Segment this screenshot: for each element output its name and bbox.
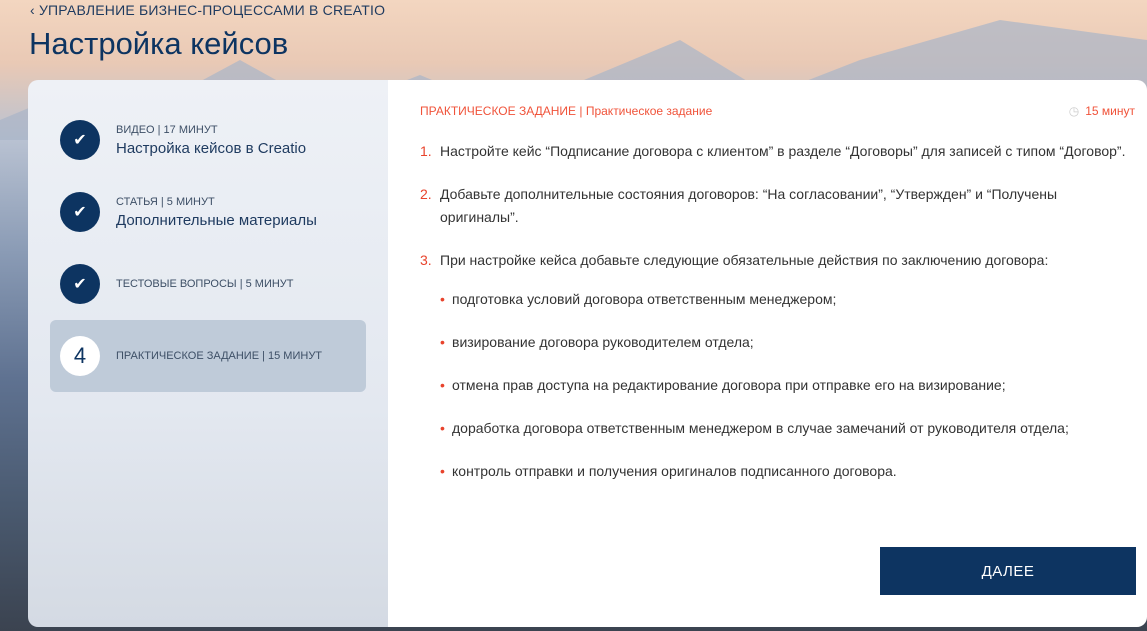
step-meta: ВИДЕО | 17 МИНУТ xyxy=(116,123,218,136)
item-number: 2. xyxy=(420,186,432,202)
bullet-item: • визирование договора руководителем отде… xyxy=(440,331,1135,354)
back-link[interactable]: ‹ УПРАВЛЕНИЕ БИЗНЕС-ПРОЦЕССАМИ В CREATIO xyxy=(30,2,385,18)
item-text: При настройке кейса добавьте следующие о… xyxy=(440,252,1049,268)
bullet-text: подготовка условий договора ответственны… xyxy=(452,291,837,307)
list-item: 1. Настройте кейс “Подписание договора с … xyxy=(420,140,1135,163)
steps-sidebar: ✔ ВИДЕО | 17 МИНУТ Настройка кейсов в Cre… xyxy=(28,80,388,627)
back-link-label: УПРАВЛЕНИЕ БИЗНЕС-ПРОЦЕССАМИ В CREATIO xyxy=(38,2,386,18)
next-button[interactable]: ДАЛЕЕ xyxy=(880,547,1136,595)
lesson-panel: ✔ ВИДЕО | 17 МИНУТ Настройка кейсов в Cre… xyxy=(28,80,1147,627)
step-practice[interactable]: 4 ПРАКТИЧЕСКОЕ ЗАДАНИЕ | 15 МИНУТ xyxy=(50,320,366,392)
bullet-text: отмена прав доступа на редактирование до… xyxy=(452,377,1006,393)
task-duration: 15 минут xyxy=(1085,104,1135,118)
bullet-text: визирование договора руководителем отдел… xyxy=(452,334,754,350)
bullet-text: доработка договора ответственным менедже… xyxy=(452,420,1069,436)
bullet-item: • отмена прав доступа на редактирование д… xyxy=(440,374,1135,397)
check-icon: ✔ xyxy=(60,192,100,232)
item-number: 1. xyxy=(420,143,432,159)
list-item: 2. Добавьте дополнительные состояния дого… xyxy=(420,183,1135,229)
bullet-item: • доработка договора ответственным менедж… xyxy=(440,417,1135,440)
step-name: Дополнительные материалы xyxy=(116,211,317,229)
bullet-item: • подготовка условий договора ответственн… xyxy=(440,288,1135,311)
step-meta: ПРАКТИЧЕСКОЕ ЗАДАНИЕ | 15 МИНУТ xyxy=(116,350,323,362)
page-title: Настройка кейсов xyxy=(29,26,289,61)
check-icon: ✔ xyxy=(60,120,100,160)
clock-icon: ◷ xyxy=(1068,104,1080,118)
action-list: • подготовка условий договора ответственн… xyxy=(440,288,1135,483)
bullet-text: контроль отправки и получения оригиналов… xyxy=(452,463,897,479)
list-item: 3. При настройке кейса добавьте следующие… xyxy=(420,249,1135,272)
step-meta: ТЕСТОВЫЕ ВОПРОСЫ | 5 МИНУТ xyxy=(116,278,294,290)
step-article[interactable]: ✔ СТАТЬЯ | 5 МИНУТ Дополнительные материа… xyxy=(50,176,366,248)
item-text: Настройте кейс “Подписание договора с кл… xyxy=(440,143,1126,159)
item-text: Добавьте дополнительные состояния догово… xyxy=(440,186,1058,225)
task-label: ПРАКТИЧЕСКОЕ ЗАДАНИЕ | Практическое зада… xyxy=(420,104,713,118)
step-test[interactable]: ✔ ТЕСТОВЫЕ ВОПРОСЫ | 5 МИНУТ xyxy=(50,248,366,320)
task-content: ПРАКТИЧЕСКОЕ ЗАДАНИЕ | Практическое зада… xyxy=(388,80,1147,627)
item-number: 3. xyxy=(420,252,432,268)
step-video[interactable]: ✔ ВИДЕО | 17 МИНУТ Настройка кейсов в Cre… xyxy=(50,104,366,176)
bullet-item: • контроль отправки и получения оригинало… xyxy=(440,460,1135,483)
step-number: 4 xyxy=(60,336,100,376)
step-meta: СТАТЬЯ | 5 МИНУТ xyxy=(116,195,215,208)
check-icon: ✔ xyxy=(60,264,100,304)
step-name: Настройка кейсов в Creatio xyxy=(116,139,307,157)
task-list: 1. Настройте кейс “Подписание договора с … xyxy=(420,140,1135,272)
